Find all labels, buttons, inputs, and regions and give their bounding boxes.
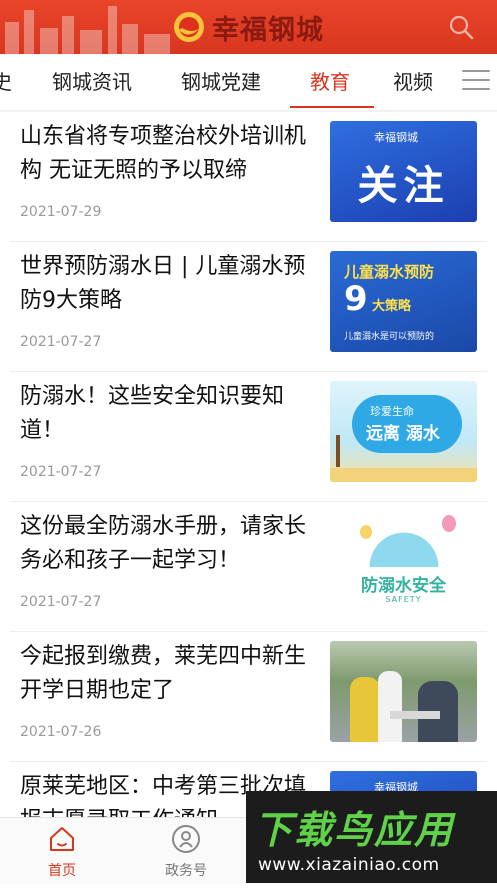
thumb-brand: 幸福钢城 [374, 131, 418, 144]
thumb-line3: 儿童溺水是可以预防的 [344, 332, 435, 342]
article-thumbnail[interactable]: 儿童溺水预防 9 大策略 儿童溺水是可以预防的 [330, 251, 477, 352]
search-icon[interactable] [447, 13, 475, 41]
tab-gangcheng-party[interactable]: 钢城党建 [181, 54, 261, 110]
article-title[interactable]: 世界预防溺水日 | 儿童溺水预防9大策略 [20, 250, 316, 318]
nav-home-label: 首页 [48, 863, 76, 879]
active-tab-indicator [290, 106, 374, 108]
thumb-sub: SAFETY [385, 595, 422, 604]
article-thumbnail[interactable]: 珍爱生命 远离 溺水 [330, 381, 477, 482]
thumb-line1: 珍爱生命 [370, 405, 414, 418]
thumb-line2: 大策略 [372, 299, 412, 314]
sunflower-logo-icon [174, 12, 204, 42]
nav-home[interactable]: 首页 [17, 824, 107, 880]
tab-education[interactable]: 教育 [310, 54, 350, 110]
app-header: 幸福钢城 [0, 0, 497, 54]
article-item[interactable]: 这份最全防溺水手册，请家长务必和孩子一起学习！ 2021-07-27 防溺水安全… [0, 502, 497, 632]
watermark-title: 下载鸟应用 [254, 808, 455, 852]
balloon-icon [442, 515, 456, 532]
article-photo[interactable] [330, 641, 477, 742]
person-figure [350, 677, 380, 742]
government-badge-icon [172, 825, 200, 853]
island-illustration [368, 523, 440, 567]
sand-strip [330, 468, 477, 482]
article-item[interactable]: 山东省将专项整治校外培训机构 无证无照的予以取缔 2021-07-29 幸福钢城… [0, 112, 497, 242]
thumb-headline: 关注 [357, 163, 450, 209]
thumb-number: 9 [344, 279, 368, 319]
article-date: 2021-07-27 [20, 594, 102, 610]
balloon-icon [360, 525, 372, 539]
article-date: 2021-07-27 [20, 334, 102, 350]
article-date: 2021-07-27 [20, 464, 102, 480]
tab-video[interactable]: 视频 [393, 54, 433, 110]
app-logo: 幸福钢城 [172, 8, 324, 46]
tab-gangcheng-news[interactable]: 钢城资讯 [52, 54, 132, 110]
article-date: 2021-07-26 [20, 724, 102, 740]
nav-government[interactable]: 政务号 [141, 824, 231, 880]
palm-tree-icon [336, 435, 340, 467]
watermark-url: www.xiazainiao.com [258, 855, 440, 875]
watermark-overlay: 下载鸟应用 www.xiazainiao.com [246, 791, 497, 883]
article-title[interactable]: 这份最全防溺水手册，请家长务必和孩子一起学习！ [20, 510, 316, 578]
article-item[interactable]: 今起报到缴费，莱芜四中新生开学日期也定了 2021-07-26 [0, 632, 497, 762]
article-item[interactable]: 防溺水！这些安全知识要知道！ 2021-07-27 珍爱生命 远离 溺水 [0, 372, 497, 502]
thumb-headline: 防溺水安全 [361, 576, 446, 596]
article-title[interactable]: 山东省将专项整治校外培训机构 无证无照的予以取缔 [20, 120, 316, 188]
article-thumbnail[interactable]: 防溺水安全 SAFETY [330, 511, 477, 612]
thumb-line2: 远离 溺水 [366, 424, 440, 444]
article-thumbnail[interactable]: 幸福钢城 关注 [330, 121, 477, 222]
article-title[interactable]: 防溺水！这些安全知识要知道！ [20, 380, 316, 448]
home-icon [50, 827, 74, 851]
article-title[interactable]: 今起报到缴费，莱芜四中新生开学日期也定了 [20, 640, 316, 708]
tab-history[interactable]: 史 [0, 54, 12, 110]
category-tabs: 史 钢城资讯 钢城党建 教育 视频 [0, 54, 497, 110]
person-figure [378, 671, 402, 742]
app-title: 幸福钢城 [212, 14, 324, 46]
table-shape [390, 711, 440, 719]
article-date: 2021-07-29 [20, 204, 102, 220]
nav-government-label: 政务号 [165, 863, 207, 879]
article-item[interactable]: 世界预防溺水日 | 儿童溺水预防9大策略 2021-07-27 儿童溺水预防 9… [0, 242, 497, 372]
hamburger-menu-icon[interactable] [462, 70, 490, 94]
